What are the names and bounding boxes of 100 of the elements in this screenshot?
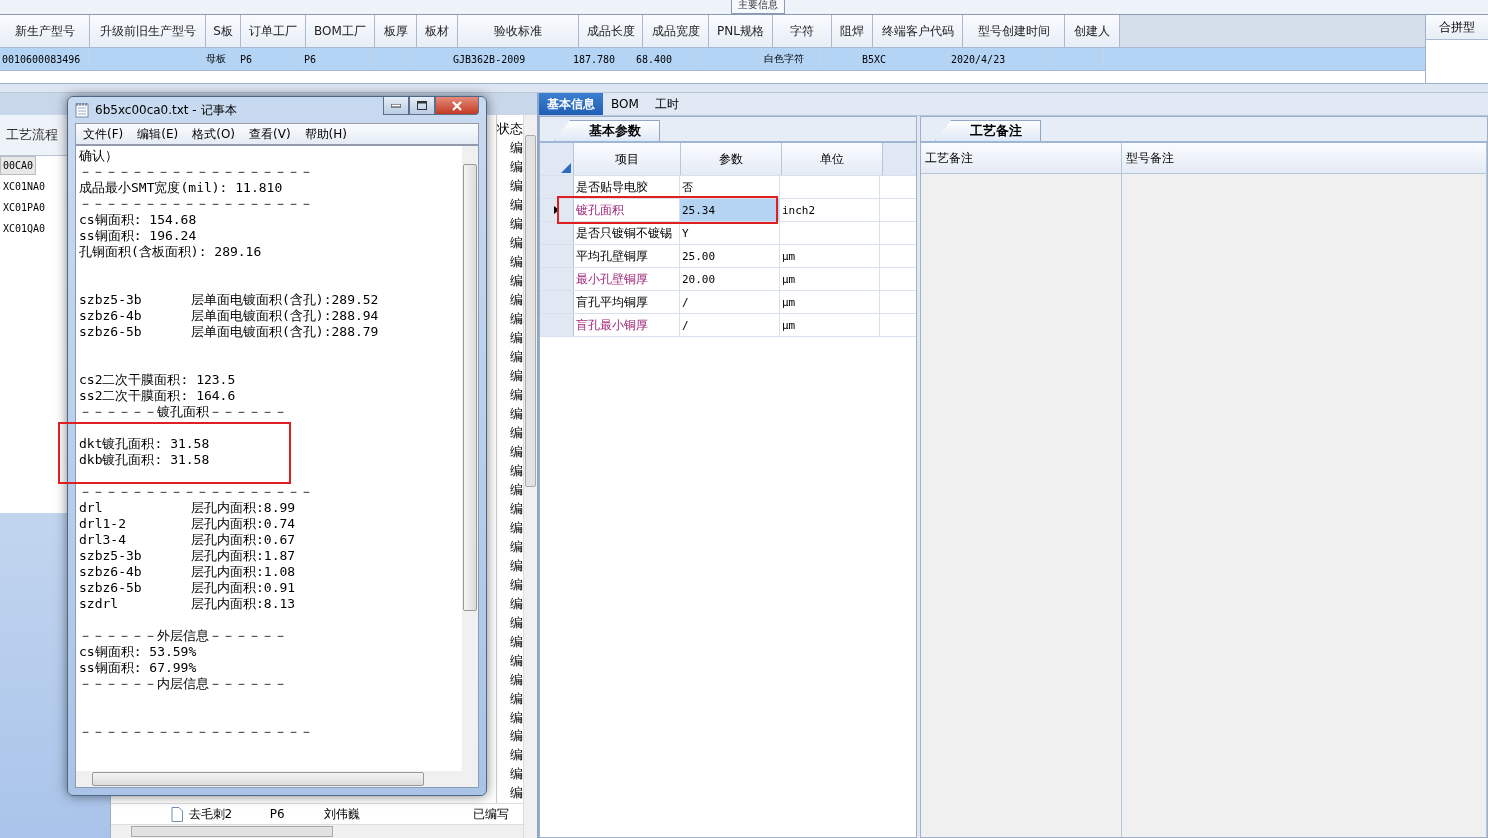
table-cell-text: 编 <box>509 746 523 765</box>
text-line: 层孔内面积:1.87 <box>191 548 296 564</box>
column-header: 成品长度 <box>579 15 643 47</box>
column-header: 字符 <box>773 15 832 47</box>
text-line: ss2二次干膜面积: 164.6 <box>79 388 236 404</box>
scrollbar-thumb[interactable] <box>131 826 333 837</box>
table-cell: 20.00 <box>680 268 780 290</box>
table-cell-text: 编 <box>509 196 523 215</box>
close-button[interactable] <box>435 97 479 115</box>
tab[interactable]: BOM <box>603 93 647 115</box>
table-cell-text: 编 <box>509 708 523 727</box>
text-line: －－－－－－内层信息－－－－－－ <box>79 676 287 692</box>
text-line: cs2二次干膜面积: 123.5 <box>79 372 236 388</box>
text-line: 层孔内面积:0.91 <box>191 580 296 596</box>
tab[interactable]: 工时 <box>646 93 687 115</box>
layer-name: szdrl <box>79 596 120 612</box>
column-header: 板厚 <box>375 15 417 47</box>
table-cell: 2020/4/23 <box>949 48 1050 70</box>
table-cell: / <box>680 314 780 336</box>
table-row[interactable]: 镀孔面积 25.34 inch2 <box>540 199 916 222</box>
layer-name: drl1-2 <box>79 516 127 532</box>
text-line: cs铜面积: 53.59% <box>79 644 197 660</box>
table-cell-text: 编 <box>509 253 523 272</box>
row-pointer-icon <box>554 206 559 214</box>
table-row[interactable]: 平均孔壁铜厚 25.00 μm <box>540 245 916 268</box>
table-cell-text: 编 <box>509 518 523 537</box>
text-line: －－－－－－外层信息－－－－－－ <box>79 628 287 644</box>
layer-name: szbz5-3b <box>79 292 143 308</box>
column-header: BOM工厂 <box>306 15 375 47</box>
table-cell: 否 <box>680 176 780 198</box>
column-header: 阻焊 <box>832 15 873 47</box>
table-cell-text: 编 <box>509 765 523 784</box>
panel-tab[interactable]: 工艺备注 <box>935 120 1041 141</box>
list-item[interactable]: XC01NA0 <box>0 177 49 196</box>
menu-item[interactable]: 帮助(H) <box>297 124 354 144</box>
table-cell: 是否只镀铜不镀锡 <box>574 222 680 244</box>
table-cell: 平均孔壁铜厚 <box>574 245 680 267</box>
table-cell-text: 编 <box>509 556 523 575</box>
tree-item-label[interactable]: 去毛刺2 <box>188 805 233 823</box>
table-cell-text: 编 <box>509 386 523 405</box>
tab[interactable]: 基本信息 <box>539 93 603 115</box>
text-line: 层单面电镀面积(含孔):289.52 <box>191 292 379 308</box>
table-cell: P6 <box>269 807 285 821</box>
table-row[interactable]: 是否贴导电胶 否 <box>540 176 916 199</box>
layer-name: szbz5-3b <box>79 548 143 564</box>
text-line: ss铜面积: 196.24 <box>79 228 197 244</box>
column-header: 工艺备注 <box>921 143 1121 174</box>
table-cell-text: 编 <box>509 348 523 367</box>
text-line: 孔铜面积(含板面积): 289.16 <box>79 244 262 260</box>
table-cell: 母板 <box>204 48 238 70</box>
menu-item[interactable]: 查看(V) <box>242 124 298 144</box>
minimize-button[interactable] <box>383 97 409 115</box>
table-cell: 68.400 <box>634 48 699 70</box>
table-cell: / <box>680 291 780 313</box>
menu-item[interactable]: 格式(O) <box>185 124 243 144</box>
table-row[interactable]: 是否只镀铜不镀锡 Y <box>540 222 916 245</box>
column-header: 型号备注 <box>1122 143 1486 174</box>
column-header: 状态 <box>497 120 523 138</box>
table-cell-text: 编 <box>509 272 523 291</box>
table-cell-text: 编 <box>509 575 523 594</box>
text-line: 层孔内面积:8.13 <box>191 596 296 612</box>
column-header: 订单工厂 <box>241 15 306 47</box>
table-row[interactable]: 盲孔平均铜厚 / μm <box>540 291 916 314</box>
text-line: cs铜面积: 154.68 <box>79 212 197 228</box>
table-cell: 是否贴导电胶 <box>574 176 680 198</box>
column-header: 单位 <box>782 143 883 175</box>
panel-tab[interactable]: 基本参数 <box>554 120 660 141</box>
text-line: 层孔内面积:0.67 <box>191 532 296 548</box>
table-row[interactable]: 盲孔最小铜厚 / μm <box>540 314 916 337</box>
table-cell: 187.780 <box>571 48 634 70</box>
panel-tab[interactable]: 主要信息 <box>731 0 785 14</box>
table-cell: 刘伟巍 <box>324 805 361 823</box>
layer-name: szbz6-5b <box>79 580 143 596</box>
text-line: ss铜面积: 67.99% <box>79 660 197 676</box>
list-item[interactable]: XC01PA0 <box>0 198 49 217</box>
table-cell-text: 编 <box>509 405 523 423</box>
maximize-icon <box>417 101 427 110</box>
table-row[interactable]: 0010600083496 母板 P6 P6 GJB362B-2009 187.780 68.400 白色字符 B5XC 2020/4/23 <box>0 48 1425 71</box>
table-cell: 已编写 <box>473 805 510 823</box>
scrollbar-thumb[interactable] <box>92 772 424 786</box>
table-cell-text: 编 <box>509 632 523 651</box>
layer-name: drl <box>79 500 104 516</box>
scrollbar-thumb[interactable] <box>525 135 536 487</box>
table-row[interactable]: 最小孔壁铜厚 20.00 μm <box>540 268 916 291</box>
text-line: －－－－－－镀孔面积－－－－－－ <box>79 404 287 420</box>
table-cell-text: 编 <box>509 442 523 461</box>
table-cell-text: 编 <box>509 784 523 803</box>
table-cell: 盲孔最小铜厚 <box>574 314 680 336</box>
list-item[interactable]: 00CA0 <box>0 156 37 175</box>
table-cell: GJB362B-2009 <box>451 48 571 70</box>
scrollbar-thumb[interactable] <box>463 164 477 611</box>
maximize-button[interactable] <box>409 97 435 115</box>
list-item[interactable]: XC01QA0 <box>0 219 49 238</box>
table-cell: 0010600083496 <box>0 48 89 70</box>
table-cell-text: 编 <box>509 594 523 613</box>
column-header: 板材 <box>417 15 458 47</box>
table-cell: 25.34 <box>680 199 780 221</box>
column-header: 合拼型 <box>1426 15 1488 40</box>
notepad-icon <box>75 102 89 118</box>
menu-item[interactable]: 编辑(E) <box>130 124 186 144</box>
